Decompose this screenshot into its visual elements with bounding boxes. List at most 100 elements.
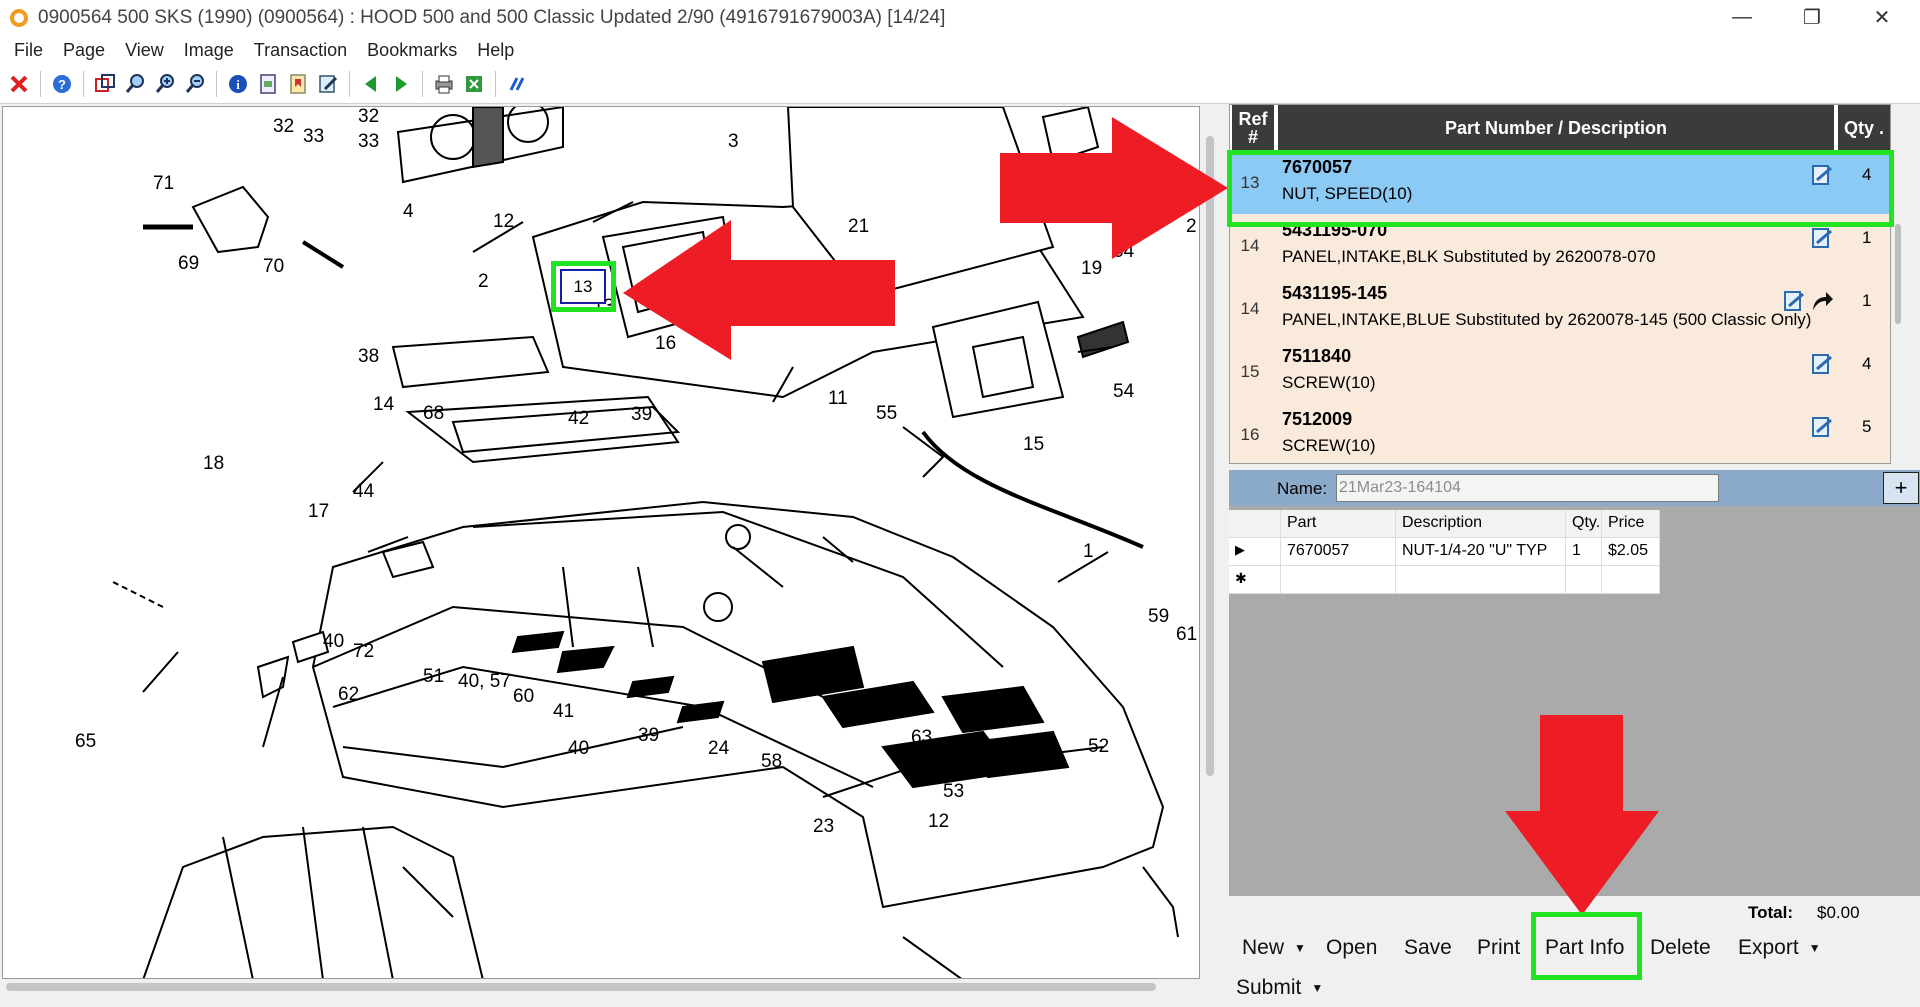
callout-label[interactable]: 69 xyxy=(178,253,199,274)
callout-label[interactable]: 2 xyxy=(478,271,489,292)
callout-label[interactable]: 71 xyxy=(153,173,174,194)
diagram-horizontal-scrollbar[interactable] xyxy=(2,979,1200,995)
parts-row[interactable]: 16 7512009 SCREW(10) 5 xyxy=(1230,403,1890,463)
grid-header-description[interactable]: Description xyxy=(1396,510,1566,538)
header-part-number[interactable]: Part Number / Description xyxy=(1278,105,1834,151)
new-button[interactable]: New ▼ xyxy=(1242,936,1306,960)
callout-label[interactable]: 40 xyxy=(323,631,344,652)
grid-new-price[interactable] xyxy=(1602,566,1660,594)
note-icon[interactable] xyxy=(1810,226,1834,250)
grid-cell-qty[interactable]: 1 xyxy=(1566,538,1602,566)
callout-label[interactable]: 53 xyxy=(943,781,964,802)
menu-file[interactable]: File xyxy=(4,40,53,61)
new-row-marker-icon[interactable]: ✱ xyxy=(1229,566,1281,594)
callout-label[interactable]: 41 xyxy=(553,701,574,722)
callout-label[interactable]: 60 xyxy=(513,686,534,707)
callout-label[interactable]: 54 xyxy=(1113,381,1135,402)
menu-transaction[interactable]: Transaction xyxy=(244,40,357,61)
callout-label[interactable]: 58 xyxy=(761,751,782,772)
open-button[interactable]: Open xyxy=(1326,936,1377,960)
callout-label[interactable]: 72 xyxy=(353,641,374,662)
menu-view[interactable]: View xyxy=(115,40,174,61)
close-window-button[interactable]: ✕ xyxy=(1852,0,1912,34)
submit-dropdown-icon[interactable]: ▼ xyxy=(1311,981,1323,995)
grid-header-price[interactable]: Price xyxy=(1602,510,1660,538)
parts-list-scrollbar[interactable] xyxy=(1892,104,1906,464)
grid-cell-description[interactable]: NUT-1/4-20 "U" TYP xyxy=(1396,538,1566,566)
callout-label[interactable]: 23 xyxy=(813,816,834,837)
callout-label[interactable]: 33 xyxy=(303,126,324,147)
callout-label[interactable]: 18 xyxy=(203,453,224,474)
callout-label[interactable]: 33 xyxy=(358,131,379,152)
grid-header-part[interactable]: Part xyxy=(1281,510,1396,538)
parts-row[interactable]: 15 7511840 SCREW(10) 4 xyxy=(1230,340,1890,403)
callout-label[interactable]: 32 xyxy=(273,116,294,137)
order-name-input[interactable] xyxy=(1336,474,1719,502)
header-qty[interactable]: Qty . xyxy=(1838,105,1890,151)
callout-label[interactable]: 40 xyxy=(568,738,589,759)
callout-label[interactable]: 44 xyxy=(353,481,375,502)
zoom-out-icon[interactable] xyxy=(182,71,208,97)
callout-label[interactable]: 19 xyxy=(1081,258,1102,279)
grid-cell-price[interactable]: $2.05 xyxy=(1602,538,1660,566)
callout-label[interactable]: 65 xyxy=(75,731,96,752)
callout-label[interactable]: 39 xyxy=(638,725,659,746)
callout-label[interactable]: 42 xyxy=(568,408,589,429)
row-pointer-icon[interactable]: ▶ xyxy=(1229,538,1281,566)
new-dropdown-icon[interactable]: ▼ xyxy=(1294,941,1306,955)
callout-label[interactable]: 38 xyxy=(358,346,379,367)
callout-label[interactable]: 63 xyxy=(911,727,932,748)
export-dropdown-icon[interactable]: ▼ xyxy=(1809,941,1821,955)
submit-button[interactable]: Submit ▼ xyxy=(1236,976,1323,1000)
header-ref[interactable]: Ref # xyxy=(1232,105,1274,151)
callout-label[interactable]: 3 xyxy=(728,131,739,152)
callout-label[interactable]: 17 xyxy=(308,501,329,522)
callout-label[interactable]: 39 xyxy=(631,404,652,425)
callout-label[interactable]: 52 xyxy=(1088,736,1109,757)
print-icon[interactable] xyxy=(431,71,457,97)
delete-button[interactable]: Delete xyxy=(1650,936,1711,960)
export-button[interactable]: Export ▼ xyxy=(1738,936,1821,960)
callout-label[interactable]: 70 xyxy=(263,256,284,277)
grid-new-part[interactable] xyxy=(1281,566,1396,594)
select-box-icon[interactable] xyxy=(92,71,118,97)
note-icon[interactable] xyxy=(1810,352,1834,376)
callout-label[interactable]: 62 xyxy=(338,684,359,705)
callout-label[interactable]: 1 xyxy=(1083,541,1094,562)
menu-help[interactable]: Help xyxy=(467,40,524,61)
callout-label[interactable]: 40, 57 xyxy=(458,671,511,692)
prev-page-icon[interactable] xyxy=(358,71,384,97)
callout-label[interactable]: 24 xyxy=(708,738,730,759)
parts-row[interactable]: 14 5431195-145 PANEL,INTAKE,BLUE Substitut… xyxy=(1230,277,1890,340)
save-button[interactable]: Save xyxy=(1404,936,1452,960)
menu-page[interactable]: Page xyxy=(53,40,115,61)
note-icon[interactable] xyxy=(1810,415,1834,439)
page-setup-icon[interactable] xyxy=(255,71,281,97)
callout-label[interactable]: 11 xyxy=(828,388,848,409)
next-page-icon[interactable] xyxy=(388,71,414,97)
callout-label[interactable]: 12 xyxy=(493,211,514,232)
add-order-button[interactable]: + xyxy=(1883,472,1919,504)
callout-label[interactable]: 15 xyxy=(1023,434,1044,455)
arrow-icon[interactable] xyxy=(1810,289,1834,313)
callout-label[interactable]: 59 xyxy=(1148,606,1169,627)
grid-header-qty[interactable]: Qty. xyxy=(1566,510,1602,538)
grid-cell-part[interactable]: 7670057 xyxy=(1281,538,1396,566)
callout-label[interactable]: 14 xyxy=(373,394,395,415)
zoom-in-icon[interactable] xyxy=(122,71,148,97)
help-icon[interactable]: ? xyxy=(49,71,75,97)
bookmark-icon[interactable] xyxy=(285,71,311,97)
callout-label[interactable]: 32 xyxy=(358,107,379,127)
link-icon[interactable] xyxy=(504,71,530,97)
menu-bookmarks[interactable]: Bookmarks xyxy=(357,40,467,61)
callout-13-box[interactable]: 13 xyxy=(560,269,606,304)
callout-label[interactable]: 4 xyxy=(403,201,414,222)
menu-image[interactable]: Image xyxy=(174,40,244,61)
callout-label[interactable]: 12 xyxy=(928,811,949,832)
callout-label[interactable]: 68 xyxy=(423,403,444,424)
print-button[interactable]: Print xyxy=(1477,936,1520,960)
zoom-fit-icon[interactable] xyxy=(152,71,178,97)
callout-label[interactable]: 61 xyxy=(1176,624,1197,645)
close-x-icon[interactable] xyxy=(6,71,32,97)
edit-icon[interactable] xyxy=(315,71,341,97)
